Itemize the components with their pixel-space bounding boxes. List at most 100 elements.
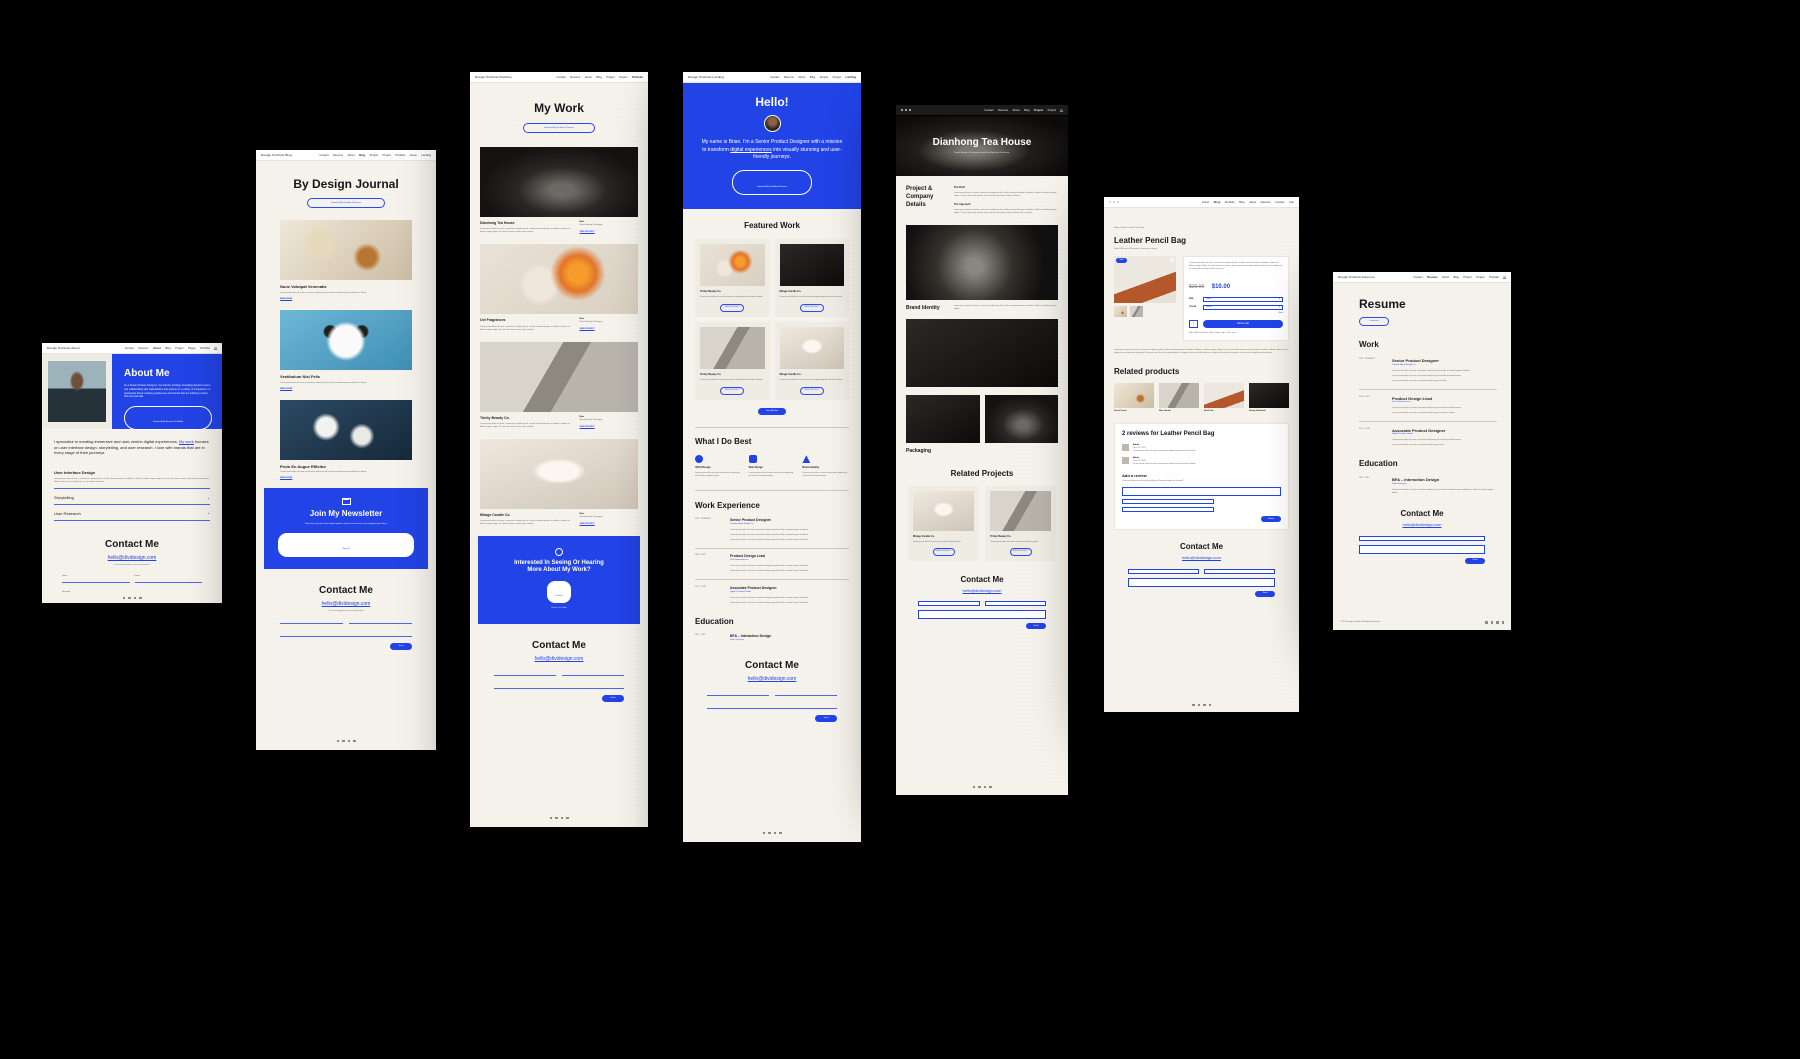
email-field[interactable] (562, 674, 624, 676)
nav-item[interactable]: About (1442, 276, 1449, 279)
about-hero-button[interactable]: Download My Resume & Portfolio (124, 406, 212, 430)
product-gallery[interactable]: Sale! (1114, 256, 1176, 341)
nav-item-active[interactable]: Project (1034, 109, 1043, 112)
nav-item[interactable]: Contact (1413, 276, 1422, 279)
download-button[interactable]: Download My Portfolio & Resume (523, 123, 595, 134)
contact-email[interactable]: hello@dividesign.com (280, 601, 412, 608)
nav-item[interactable]: Project (1463, 276, 1471, 279)
nav-item[interactable]: Project (820, 76, 828, 79)
email-field[interactable] (984, 601, 1046, 607)
review-email-field[interactable] (1122, 507, 1215, 513)
featured-card[interactable]: Trinity Beauty Co. Lorem ipsum dolor sit… (695, 321, 770, 400)
nav-item[interactable]: Resume (998, 109, 1008, 112)
window-controls[interactable] (901, 109, 911, 111)
nav-item[interactable]: Project (383, 154, 391, 157)
email-field[interactable] (775, 694, 837, 696)
project-entry[interactable]: Trinity Beauty Co. Lorem ipsum dolor sit… (470, 332, 648, 429)
nav-item-active[interactable]: Shop (1214, 201, 1221, 204)
nav-item[interactable]: Project (370, 154, 378, 157)
nav-item[interactable]: Portfolio (1225, 201, 1235, 204)
nav-item[interactable]: Home (410, 154, 417, 157)
nav-item[interactable]: Blog (1239, 201, 1244, 204)
related-name[interactable]: Mirage Candle Co. (913, 535, 974, 539)
nav-item[interactable]: Contact (319, 154, 328, 157)
read-more-link[interactable]: READ MORE (280, 477, 412, 480)
contact-fields-row[interactable] (1128, 568, 1275, 574)
featured-name[interactable]: Trinity Beauty Co. (700, 290, 765, 294)
post-title[interactable]: Vestibulum Nisl Felis (280, 374, 412, 380)
name-field[interactable] (918, 601, 980, 607)
nav-item[interactable]: Resume (784, 76, 794, 79)
nav-links-resume[interactable]: Contact Resume About Blog Project Projec… (1413, 276, 1499, 279)
nav-item[interactable]: About (585, 76, 592, 79)
window-project[interactable]: Contact Resume About Blog Project Projec… (896, 105, 1068, 795)
nav-item[interactable]: Blog (810, 76, 815, 79)
my-work-link[interactable]: My work (179, 439, 194, 444)
contact-email[interactable]: hello@dividesign.com (707, 676, 837, 683)
featured-name[interactable]: Trinity Beauty Co. (700, 373, 765, 377)
message-field[interactable] (1359, 544, 1485, 554)
message-field[interactable] (494, 687, 624, 689)
name-field[interactable] (1359, 535, 1485, 541)
related-product-name[interactable]: Wax Journal (1159, 410, 1199, 413)
post-title[interactable]: Nunc Volutpat Venenatis (280, 284, 412, 290)
view-project-link[interactable]: VIEW PROJECT (580, 426, 638, 429)
accordion-item[interactable]: User Interface Design Lorem ipsum dolor … (54, 470, 210, 490)
read-more-link[interactable]: READ MORE (280, 298, 412, 301)
gallery-thumb[interactable] (1130, 306, 1143, 317)
contact-email[interactable]: hello@dividesign.com (1128, 555, 1275, 561)
message-field[interactable] (707, 707, 837, 709)
send-button[interactable]: Send (1026, 623, 1046, 630)
project-name[interactable]: Ovi Fragrances (480, 318, 574, 323)
email-field[interactable] (1204, 568, 1275, 574)
send-button[interactable]: Send (390, 643, 412, 651)
accordion-label[interactable]: Storytelling (54, 495, 74, 501)
nav-item[interactable]: Contact (125, 347, 134, 350)
featured-card[interactable]: Mirage Candle Co. Lorem ipsum dolor sit … (774, 239, 849, 317)
nav-item[interactable]: Resume (570, 76, 580, 79)
contact-email[interactable]: hello@dividesign.com (1359, 522, 1485, 528)
contact-email[interactable]: hello@dividesign.com (494, 656, 624, 663)
project-name[interactable]: Dianhong Tea House (480, 221, 574, 226)
window-product[interactable]: Home Shop Portfolio Blog About Resume Co… (1104, 197, 1299, 712)
nav-item-active[interactable]: Portfolio (632, 76, 643, 79)
contact-email[interactable]: hello@dividesign.com (918, 588, 1046, 594)
featured-card[interactable]: Mirage Candle Co. Lorem ipsum dolor sit … (774, 321, 849, 400)
option-row-size[interactable]: SIZE Small ▾ (1189, 297, 1283, 302)
color-select[interactable]: Brown ▾ (1203, 305, 1283, 310)
name-field[interactable] (280, 623, 343, 625)
view-project-button[interactable]: VIEW PROJECT (1009, 547, 1032, 556)
footer-social-dots[interactable] (896, 785, 1068, 788)
project-name[interactable]: Mirage Candle Co. (480, 513, 574, 518)
gallery-thumb[interactable] (1114, 306, 1127, 317)
view-project-button[interactable]: VIEW PROJECT (799, 386, 824, 395)
nav-links-blog[interactable]: Contact Resume About Blog Project Projec… (319, 154, 431, 157)
nav-item-active[interactable]: About (153, 347, 161, 350)
name-field[interactable] (707, 694, 769, 696)
nav-item[interactable]: Landing (421, 154, 431, 157)
nav-item[interactable]: Blog (596, 76, 601, 79)
related-product-card[interactable]: Pencil Pouch (1114, 383, 1154, 413)
send-button[interactable]: Send (1255, 590, 1275, 597)
size-select[interactable]: Small ▾ (1203, 297, 1283, 302)
blog-post[interactable]: Nunc Volutpat Venenatis Lorem ipsum dolo… (280, 220, 412, 301)
nav-item-cart[interactable]: Cart (1289, 201, 1294, 204)
send-button[interactable]: Send (815, 714, 837, 722)
accordion-item[interactable]: User Research + (54, 511, 210, 517)
message-field[interactable] (918, 610, 1046, 620)
accordion-label[interactable]: User Research (54, 511, 81, 517)
hero-download-button[interactable]: Download My Portfolio & Resume (732, 170, 812, 196)
featured-name[interactable]: Mirage Candle Co. (780, 373, 845, 377)
related-product-name[interactable]: Design Notebook (1249, 410, 1289, 413)
plus-icon[interactable]: + (208, 511, 210, 516)
send-button[interactable]: Send (602, 694, 624, 702)
nav-item[interactable]: Blog (1454, 276, 1459, 279)
footer-social-dots[interactable] (1485, 621, 1504, 624)
related-product-card[interactable]: Wax Journal (1159, 383, 1199, 413)
review-name-field[interactable] (1122, 499, 1215, 505)
nav-item-active[interactable]: Blog (359, 154, 365, 157)
about-accordion[interactable]: User Interface Design Lorem ipsum dolor … (42, 456, 222, 521)
project-entry[interactable]: Mirage Candle Co. Lorem ipsum dolor sit … (470, 429, 648, 526)
email-field[interactable] (349, 623, 412, 625)
contact-fields-row[interactable] (707, 694, 837, 696)
